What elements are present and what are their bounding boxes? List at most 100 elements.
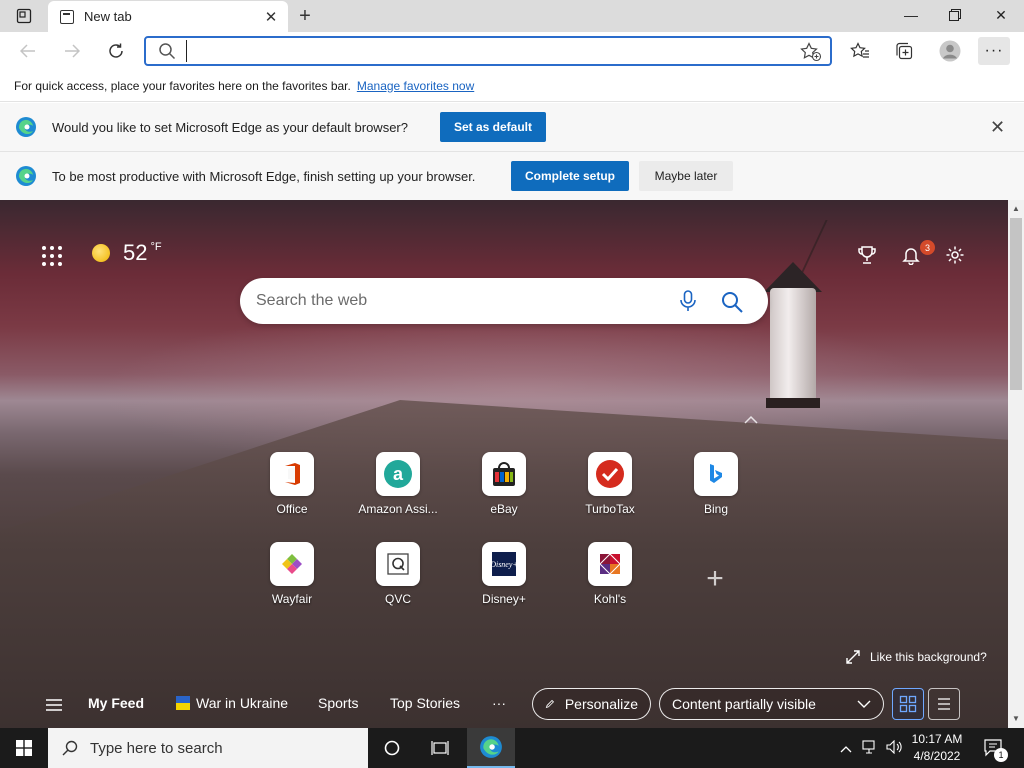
refresh-button[interactable] xyxy=(100,35,132,67)
quick-link-tile[interactable]: Kohl's xyxy=(565,542,655,616)
forward-arrow-icon xyxy=(65,44,80,58)
quick-link-tile[interactable]: eBay xyxy=(459,452,549,526)
grid-view-button[interactable] xyxy=(892,688,924,720)
feed-tab-my-feed[interactable]: My Feed xyxy=(88,695,144,711)
default-browser-message: Would you like to set Microsoft Edge as … xyxy=(52,119,408,135)
maybe-later-button[interactable]: Maybe later xyxy=(639,161,733,191)
collections-icon xyxy=(896,42,913,60)
page-scrollbar[interactable]: ▲ ▼ xyxy=(1008,200,1024,728)
list-layout-icon xyxy=(938,698,950,710)
search-icon xyxy=(62,740,78,756)
collapse-chevron-icon[interactable] xyxy=(742,414,760,426)
taskbar-clock[interactable]: 10:17 AM 4/8/2022 xyxy=(904,731,970,765)
windows-logo-icon xyxy=(16,740,32,756)
forward-button[interactable] xyxy=(56,35,88,67)
feed-tab-sports[interactable]: Sports xyxy=(318,695,358,711)
set-as-default-button[interactable]: Set as default xyxy=(440,112,546,142)
search-icon[interactable] xyxy=(720,290,744,314)
back-arrow-icon xyxy=(20,44,35,58)
close-infobar-icon[interactable]: ✕ xyxy=(990,117,1005,138)
personalize-button[interactable]: Personalize xyxy=(532,688,651,720)
quick-link-tile[interactable]: Wayfair xyxy=(247,542,337,616)
clock-date: 4/8/2022 xyxy=(913,749,961,763)
scroll-up-arrow-icon[interactable]: ▲ xyxy=(1012,204,1020,213)
refresh-icon xyxy=(109,43,123,58)
like-background-text: Like this background? xyxy=(870,650,987,664)
task-view-button[interactable] xyxy=(416,728,464,768)
turbotax-icon xyxy=(588,452,632,496)
add-site-button[interactable]: + xyxy=(700,562,730,595)
tab-actions-icon xyxy=(16,8,32,24)
search-icon xyxy=(159,43,176,60)
toolbar: ··· xyxy=(0,32,1024,70)
show-hidden-icons-chevron-icon[interactable] xyxy=(840,741,852,756)
collections-button[interactable] xyxy=(888,37,920,65)
rewards-trophy-icon xyxy=(858,246,876,264)
like-background-link[interactable]: Like this background? xyxy=(846,650,987,664)
microphone-icon[interactable] xyxy=(678,290,698,312)
address-input[interactable] xyxy=(186,40,830,62)
chevron-down-icon xyxy=(857,700,871,708)
feed-tab-war-in-ukraine[interactable]: War in Ukraine xyxy=(176,695,288,711)
profile-avatar-icon xyxy=(939,40,961,62)
taskbar-search-box[interactable]: Type here to search xyxy=(48,728,368,768)
action-center-button[interactable]: 1 xyxy=(974,728,1014,768)
restore-button[interactable] xyxy=(932,0,978,30)
edge-taskbar-button[interactable] xyxy=(467,728,515,768)
amazon-icon: a xyxy=(376,452,420,496)
scroll-down-arrow-icon[interactable]: ▼ xyxy=(1012,714,1020,723)
cortana-button[interactable] xyxy=(368,728,416,768)
expand-icon xyxy=(846,650,860,664)
ebay-icon xyxy=(482,452,526,496)
bell-icon xyxy=(902,248,920,265)
edge-logo-icon xyxy=(480,736,502,758)
tab-actions-menu-button[interactable] xyxy=(8,4,40,28)
tile-label: QVC xyxy=(384,592,411,606)
new-tab-button[interactable]: + xyxy=(292,4,318,28)
svg-text:a: a xyxy=(393,464,404,484)
complete-setup-button[interactable]: Complete setup xyxy=(511,161,629,191)
settings-and-more-button[interactable]: ··· xyxy=(978,37,1010,65)
manage-favorites-link[interactable]: Manage favorites now xyxy=(357,79,474,93)
page-settings-button[interactable] xyxy=(942,242,968,268)
rewards-button[interactable] xyxy=(854,242,880,268)
more-dots-icon: ··· xyxy=(984,42,1004,59)
office-icon xyxy=(270,452,314,496)
favorites-button[interactable] xyxy=(844,37,876,65)
clock-time: 10:17 AM xyxy=(911,732,963,746)
quick-link-tile[interactable]: TurboTax xyxy=(565,452,655,526)
quick-link-tile[interactable]: QVC xyxy=(353,542,443,616)
minimize-button[interactable]: — xyxy=(888,0,934,30)
qvc-icon xyxy=(376,542,420,586)
content-visibility-dropdown[interactable]: Content partially visible xyxy=(659,688,884,720)
scrollbar-thumb[interactable] xyxy=(1010,218,1022,390)
taskbar-search-placeholder: Type here to search xyxy=(90,739,223,757)
volume-icon[interactable] xyxy=(886,739,904,757)
quick-link-tile[interactable]: Office xyxy=(247,452,337,526)
app-launcher-icon[interactable] xyxy=(40,244,64,268)
address-bar[interactable] xyxy=(144,36,832,66)
quick-link-tile[interactable]: Bing xyxy=(671,452,761,526)
gear-icon xyxy=(946,246,964,264)
weather-widget[interactable]: 52 °F xyxy=(92,240,162,266)
list-view-button[interactable] xyxy=(928,688,960,720)
network-icon[interactable] xyxy=(862,739,878,757)
quick-link-tile[interactable]: Disney+ Disney+ xyxy=(459,542,549,616)
web-search-box[interactable] xyxy=(240,278,768,324)
quick-link-tile[interactable]: a Amazon Assi... xyxy=(353,452,443,526)
close-window-button[interactable]: ✕ xyxy=(978,0,1024,30)
new-tab-page: 52 °F 3 Office a Amazon Assi... eBay xyxy=(0,200,1008,728)
weather-unit: °F xyxy=(150,241,162,253)
tile-label: Kohl's xyxy=(593,592,627,606)
feed-tab-top-stories[interactable]: Top Stories xyxy=(390,695,460,711)
tab-new-tab[interactable]: New tab ✕ xyxy=(48,1,288,32)
profile-button[interactable] xyxy=(934,37,966,65)
add-favorite-icon[interactable] xyxy=(800,42,822,62)
hamburger-menu-icon[interactable] xyxy=(44,697,64,713)
start-button[interactable] xyxy=(0,728,48,768)
pencil-icon xyxy=(545,699,555,709)
back-button[interactable] xyxy=(12,35,44,67)
tile-label: Disney+ xyxy=(482,592,526,606)
close-tab-icon[interactable]: ✕ xyxy=(260,6,282,28)
feed-more-button[interactable]: ··· xyxy=(492,695,506,711)
